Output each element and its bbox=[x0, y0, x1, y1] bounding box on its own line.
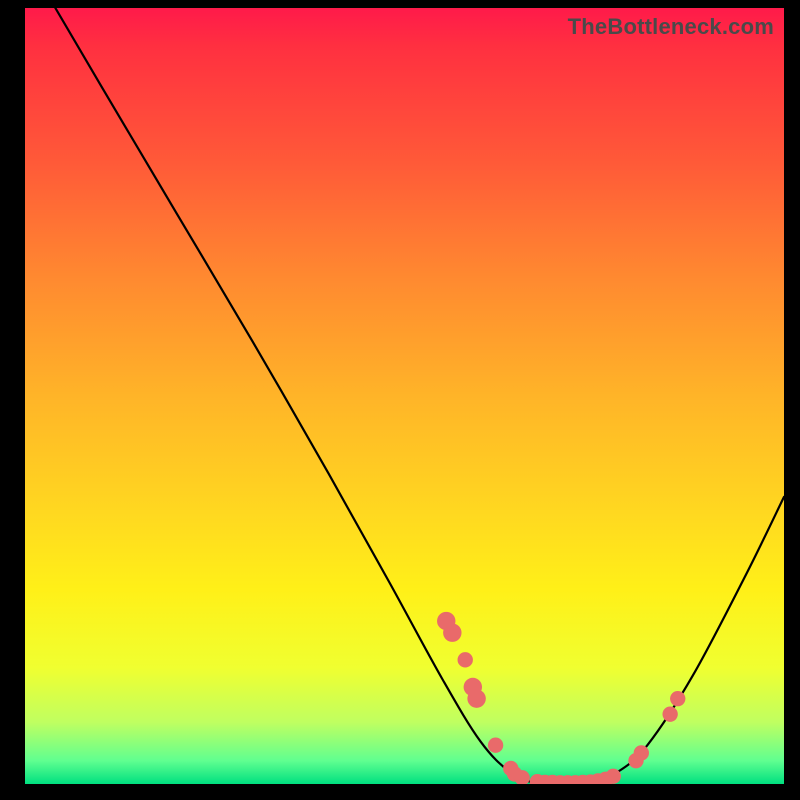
data-marker bbox=[662, 706, 677, 721]
data-marker bbox=[634, 745, 649, 760]
watermark-text: TheBottleneck.com bbox=[568, 14, 774, 40]
data-markers bbox=[437, 612, 685, 784]
data-marker bbox=[443, 623, 461, 641]
data-marker bbox=[606, 769, 621, 784]
bottleneck-curve bbox=[55, 8, 784, 784]
data-marker bbox=[458, 652, 473, 667]
data-marker bbox=[670, 691, 685, 706]
chart-plot-area: TheBottleneck.com bbox=[25, 8, 784, 784]
chart-svg bbox=[25, 8, 784, 784]
data-marker bbox=[467, 689, 485, 707]
data-marker bbox=[488, 738, 503, 753]
